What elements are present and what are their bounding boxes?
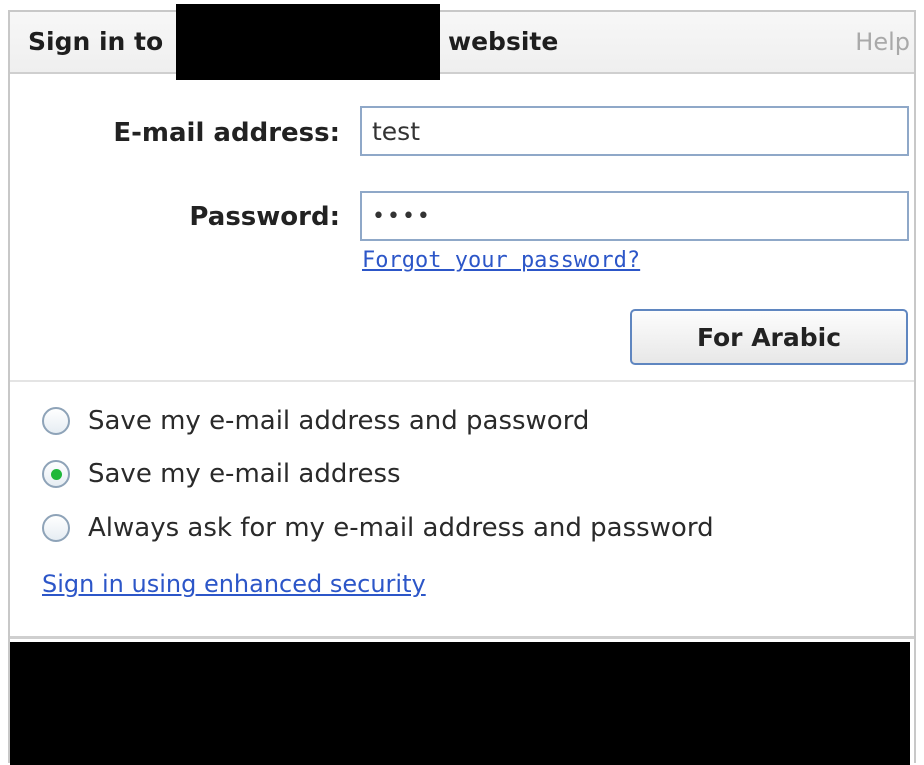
- password-field[interactable]: [360, 191, 909, 241]
- email-field[interactable]: [360, 106, 909, 156]
- radio-button[interactable]: [42, 514, 70, 542]
- enhanced-security-link[interactable]: Sign in using enhanced security: [42, 570, 426, 598]
- header-bar: Sign in to website Help: [10, 4, 914, 80]
- footer-divider: [10, 636, 914, 639]
- radio-button-selected[interactable]: [42, 460, 70, 488]
- option-label: Always ask for my e-mail address and pas…: [88, 513, 714, 543]
- redacted-footer: [10, 642, 910, 765]
- help-link[interactable]: Help: [855, 28, 910, 56]
- title-prefix: Sign in to: [28, 27, 164, 56]
- option-save-email-and-password[interactable]: Save my e-mail address and password: [42, 403, 589, 439]
- radio-button[interactable]: [42, 407, 70, 435]
- option-save-email[interactable]: Save my e-mail address: [42, 456, 401, 492]
- password-label: Password:: [189, 202, 340, 232]
- forgot-password-link[interactable]: Forgot your password?: [362, 248, 640, 273]
- sign-in-panel: Sign in to website Help E-mail address: …: [8, 4, 916, 765]
- email-label: E-mail address:: [113, 118, 340, 148]
- title-suffix: website: [448, 27, 559, 56]
- redacted-site-name: [176, 4, 440, 80]
- submit-button[interactable]: For Arabic: [630, 309, 908, 365]
- option-label: Save my e-mail address: [88, 459, 401, 489]
- section-divider: [10, 380, 914, 382]
- option-always-ask[interactable]: Always ask for my e-mail address and pas…: [42, 510, 714, 546]
- option-label: Save my e-mail address and password: [88, 406, 590, 436]
- radio-selected-dot: [50, 468, 62, 480]
